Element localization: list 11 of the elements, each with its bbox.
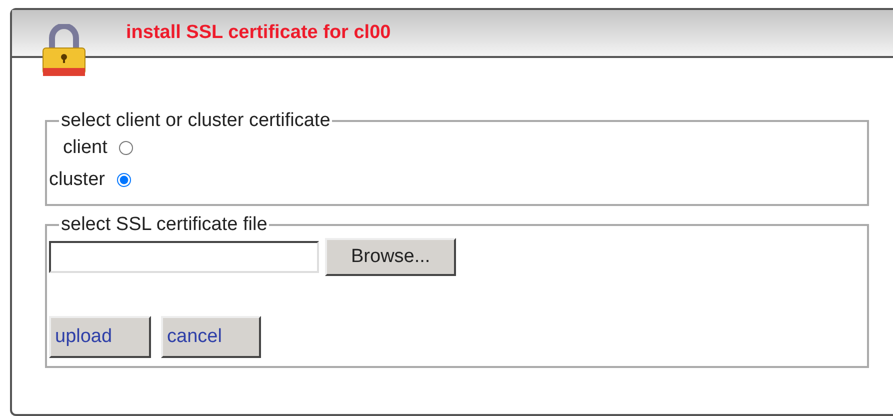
cancel-button[interactable]: cancel bbox=[161, 316, 261, 358]
file-path-field[interactable] bbox=[49, 241, 319, 273]
option-label: client bbox=[63, 137, 108, 159]
group-legend: select SSL certificate file bbox=[59, 214, 270, 236]
dialog-title: install SSL certificate for cl00 bbox=[126, 22, 391, 44]
radio-button[interactable] bbox=[119, 141, 134, 155]
option-label: cluster bbox=[49, 169, 105, 191]
radio-button[interactable] bbox=[116, 173, 131, 187]
group-legend: select client or cluster certificate bbox=[59, 110, 332, 132]
browse-button[interactable]: Browse... bbox=[325, 238, 456, 276]
upload-button[interactable]: upload bbox=[49, 316, 151, 358]
